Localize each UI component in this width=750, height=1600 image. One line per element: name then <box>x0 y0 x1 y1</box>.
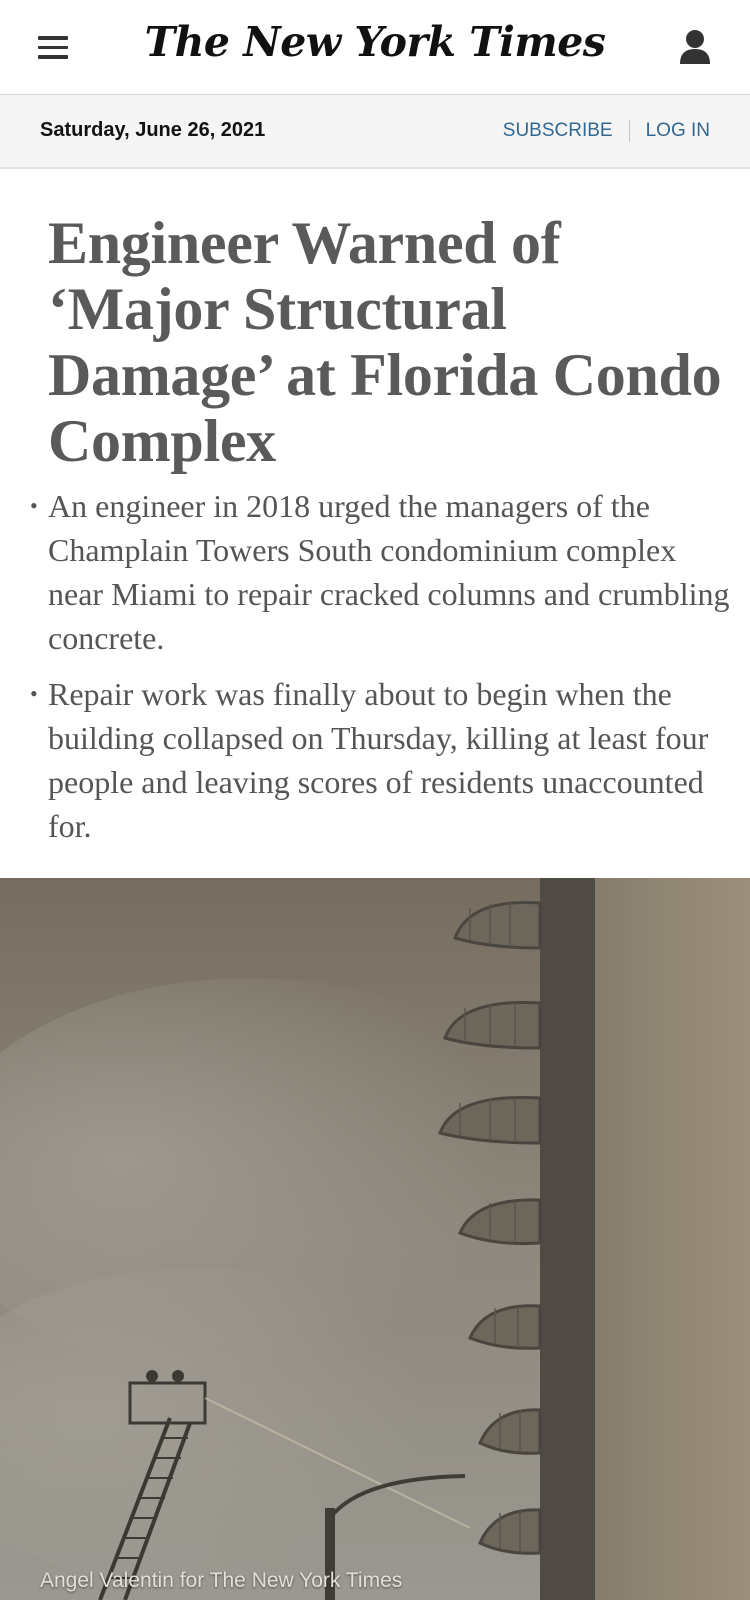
top-bar: The New York Times <box>0 0 750 95</box>
user-account-icon[interactable] <box>678 28 712 66</box>
subscribe-link[interactable]: SUBSCRIBE <box>503 120 613 142</box>
bullet-icon: • <box>30 493 38 518</box>
bullet-icon: • <box>30 681 38 706</box>
nyt-logo[interactable]: The New York Times <box>0 18 750 66</box>
summary-text: An engineer in 2018 urged the managers o… <box>48 488 730 656</box>
summary-item: • Repair work was finally about to begin… <box>30 672 730 848</box>
login-link[interactable]: LOG IN <box>646 120 710 142</box>
lead-photo[interactable] <box>0 878 750 1600</box>
date-bar: Saturday, June 26, 2021 SUBSCRIBE LOG IN <box>0 95 750 169</box>
article-summary: • An engineer in 2018 urged the managers… <box>30 484 730 860</box>
divider <box>628 120 630 142</box>
photo-credit: Angel Valentin for The New York Times <box>40 1569 403 1592</box>
auth-links: SUBSCRIBE LOG IN <box>503 120 710 142</box>
article-headline[interactable]: Engineer Warned of ‘Major Structural Dam… <box>48 210 728 474</box>
photo-illustration <box>0 878 750 1600</box>
current-date: Saturday, June 26, 2021 <box>40 119 266 141</box>
summary-text: Repair work was finally about to begin w… <box>48 676 709 844</box>
summary-item: • An engineer in 2018 urged the managers… <box>30 484 730 660</box>
